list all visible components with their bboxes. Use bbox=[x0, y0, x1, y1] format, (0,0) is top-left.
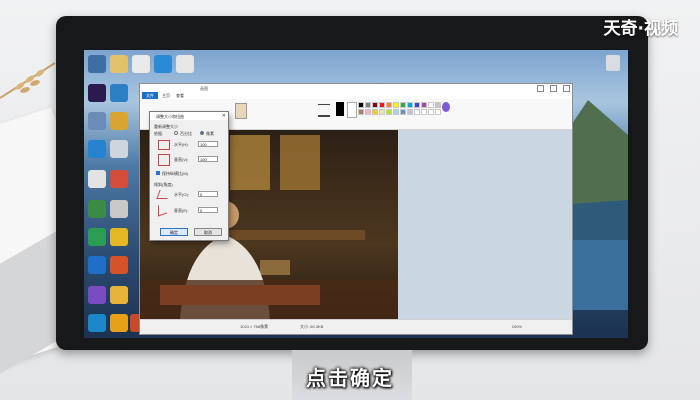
app-icon[interactable] bbox=[110, 286, 128, 304]
percent-radio[interactable] bbox=[174, 131, 178, 135]
app-icon[interactable] bbox=[110, 112, 128, 130]
skew-vertical-icon bbox=[158, 202, 167, 217]
ok-button[interactable]: 确定 bbox=[160, 228, 188, 236]
app-icon[interactable] bbox=[110, 228, 128, 246]
pixels-radio[interactable] bbox=[200, 131, 204, 135]
color-swatch[interactable] bbox=[428, 109, 434, 115]
color-swatch[interactable] bbox=[428, 102, 434, 108]
watermark-logo: 天奇·视频 bbox=[603, 19, 678, 39]
color2-swatch[interactable] bbox=[347, 102, 357, 118]
document-icon[interactable] bbox=[176, 55, 194, 73]
status-file-size: 大小: 60.3KB bbox=[300, 324, 324, 329]
wheat-decoration bbox=[0, 62, 56, 99]
color-swatch[interactable] bbox=[379, 109, 385, 115]
percent-label: 百分比 bbox=[180, 131, 192, 136]
color-swatch[interactable] bbox=[386, 102, 392, 108]
recycle-bin-icon[interactable] bbox=[606, 55, 620, 71]
horizontal-input[interactable]: 100 bbox=[198, 141, 218, 147]
status-image-size: 1024 × 768像素 bbox=[240, 324, 269, 329]
edit-colors-icon[interactable] bbox=[442, 102, 450, 112]
brush-icon[interactable] bbox=[235, 103, 247, 119]
app-icon[interactable] bbox=[110, 140, 128, 158]
app-icon[interactable] bbox=[110, 84, 128, 102]
app-icon[interactable] bbox=[88, 228, 106, 246]
color-palette bbox=[358, 102, 441, 115]
color-swatch[interactable] bbox=[365, 109, 371, 115]
color-swatch[interactable] bbox=[421, 109, 427, 115]
cancel-button[interactable]: 取消 bbox=[194, 228, 222, 236]
pixels-label: 像素 bbox=[206, 131, 214, 136]
dialog-titlebar: 调整大小和扭曲 ✕ bbox=[150, 112, 228, 120]
color-swatch[interactable] bbox=[414, 109, 420, 115]
app-icon[interactable] bbox=[88, 112, 106, 130]
close-button[interactable] bbox=[563, 85, 570, 92]
skew-horizontal-icon bbox=[156, 190, 171, 199]
vertical-resize-icon bbox=[158, 154, 170, 166]
skew-h-label: 水平(O): bbox=[174, 192, 189, 197]
app-icon[interactable] bbox=[88, 170, 106, 188]
color-swatch[interactable] bbox=[386, 109, 392, 115]
app-icon[interactable] bbox=[154, 55, 172, 73]
color-swatch[interactable] bbox=[365, 102, 371, 108]
by-label: 依据: bbox=[154, 131, 164, 136]
keep-ratio-label: 保持纵横比(M) bbox=[162, 171, 188, 176]
dialog-title: 调整大小和扭曲 bbox=[156, 114, 184, 119]
vertical-input[interactable]: 100 bbox=[198, 156, 218, 162]
subtitle-caption: 点击确定 bbox=[306, 366, 394, 390]
app-icon[interactable] bbox=[110, 314, 128, 332]
minimize-button[interactable] bbox=[537, 85, 544, 92]
color-swatch[interactable] bbox=[379, 102, 385, 108]
color-swatch[interactable] bbox=[393, 109, 399, 115]
shield-icon[interactable] bbox=[88, 256, 106, 274]
app-icon[interactable] bbox=[88, 200, 106, 218]
skew-v-input[interactable]: 0 bbox=[198, 207, 218, 213]
app-icon[interactable] bbox=[110, 200, 128, 218]
size-icon[interactable] bbox=[318, 104, 330, 117]
skew-h-input[interactable]: 0 bbox=[198, 191, 218, 197]
menu-file[interactable]: 文件 bbox=[142, 92, 158, 99]
app-icon[interactable] bbox=[88, 55, 106, 73]
color-swatch[interactable] bbox=[372, 109, 378, 115]
color-swatch[interactable] bbox=[407, 102, 413, 108]
folder-icon[interactable] bbox=[110, 55, 128, 73]
app-icon[interactable] bbox=[110, 170, 128, 188]
premiere-icon[interactable] bbox=[88, 84, 106, 102]
paint-menubar: 文件 主页 查看 bbox=[140, 92, 572, 99]
zoom-level: 100% bbox=[511, 324, 522, 329]
document-icon[interactable] bbox=[132, 55, 150, 73]
resize-dialog: 调整大小和扭曲 ✕ 重新调整大小 依据: 百分比 像素 水平(H): 100 垂… bbox=[150, 112, 228, 240]
resize-section-label: 重新调整大小 bbox=[154, 124, 178, 129]
paint-statusbar: 1024 × 768像素 大小: 60.3KB 100% bbox=[140, 319, 572, 334]
edge-icon[interactable] bbox=[88, 314, 106, 332]
color-swatch[interactable] bbox=[421, 102, 427, 108]
app-icon[interactable] bbox=[88, 286, 106, 304]
app-icon[interactable] bbox=[110, 256, 128, 274]
color-swatch[interactable] bbox=[435, 102, 441, 108]
horizontal-resize-icon bbox=[158, 140, 170, 150]
close-icon[interactable]: ✕ bbox=[222, 113, 226, 119]
skew-v-label: 垂直(E): bbox=[174, 208, 189, 213]
keep-ratio-checkbox[interactable] bbox=[156, 171, 160, 175]
color-swatch[interactable] bbox=[400, 102, 406, 108]
paint-titlebar: 画图 bbox=[140, 84, 572, 92]
color-swatch[interactable] bbox=[400, 109, 406, 115]
color-swatch[interactable] bbox=[358, 102, 364, 108]
color1-swatch[interactable] bbox=[336, 102, 344, 116]
color-swatch[interactable] bbox=[435, 109, 441, 115]
maximize-button[interactable] bbox=[550, 85, 557, 92]
horizontal-label: 水平(H): bbox=[174, 142, 189, 147]
color-swatch[interactable] bbox=[407, 109, 413, 115]
vertical-label: 垂直(V): bbox=[174, 157, 189, 162]
color-swatch[interactable] bbox=[358, 109, 364, 115]
color-swatch[interactable] bbox=[414, 102, 420, 108]
color-swatch[interactable] bbox=[372, 102, 378, 108]
app-icon[interactable] bbox=[88, 140, 106, 158]
color-swatch[interactable] bbox=[393, 102, 399, 108]
skew-section-label: 倾斜(角度) bbox=[154, 182, 173, 187]
